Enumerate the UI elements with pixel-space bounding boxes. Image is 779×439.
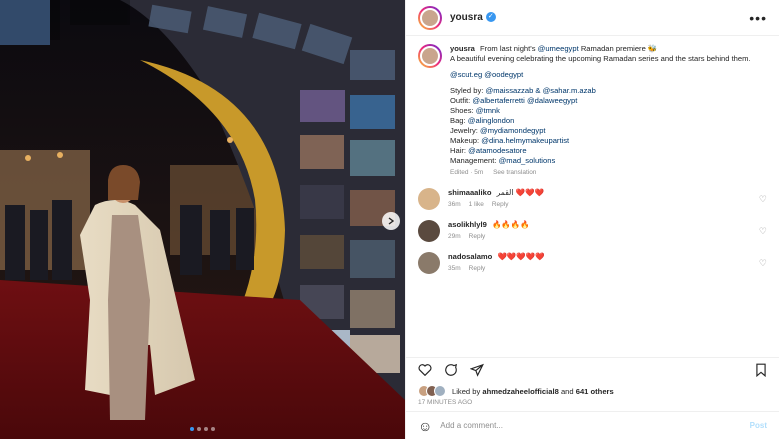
see-translation-link[interactable]: See translation bbox=[493, 169, 536, 176]
chevron-right-icon bbox=[388, 217, 395, 225]
author-avatar[interactable] bbox=[418, 5, 442, 30]
liked-by-user[interactable]: ahmedzaheelofficial8 bbox=[482, 387, 558, 396]
like-icon[interactable] bbox=[418, 363, 432, 378]
credit-row: Management: @mad_solutions bbox=[450, 156, 556, 165]
comment-avatar[interactable] bbox=[418, 220, 440, 242]
comment-item: shimaaaliko القمر ❤️❤️❤️ 36m 1 like Reply … bbox=[418, 188, 767, 210]
post-header: yousra ✓ ••• bbox=[406, 0, 779, 36]
post-button[interactable]: Post bbox=[750, 421, 767, 430]
comment-like-icon[interactable]: ♡ bbox=[759, 194, 767, 205]
post-side-panel: yousra ✓ ••• yousra From last night's @um… bbox=[405, 0, 779, 439]
credit-row: Shoes: @tmnk bbox=[450, 106, 500, 115]
caption-text: yousra From last night's @umeegypt Ramad… bbox=[450, 44, 751, 176]
liked-by-others[interactable]: 641 others bbox=[576, 387, 614, 396]
share-icon[interactable] bbox=[469, 363, 484, 379]
comment-icon[interactable] bbox=[444, 363, 458, 379]
author-username[interactable]: yousra ✓ bbox=[450, 12, 496, 23]
reply-button[interactable]: Reply bbox=[492, 201, 509, 208]
red-carpet-image bbox=[0, 0, 405, 439]
credit-row: Hair: @atamodesatore bbox=[450, 146, 527, 155]
comment-like-icon[interactable]: ♡ bbox=[759, 226, 767, 237]
liker-avatars bbox=[418, 385, 446, 397]
next-photo-button[interactable] bbox=[382, 212, 400, 230]
carousel-dots bbox=[0, 427, 405, 431]
reply-button[interactable]: Reply bbox=[469, 265, 486, 272]
verified-badge-icon: ✓ bbox=[485, 12, 496, 23]
add-comment-input[interactable] bbox=[440, 421, 742, 430]
comment-item: asolikhlyl9 🔥🔥🔥🔥 29m Reply ♡ bbox=[418, 220, 767, 242]
carousel-dot bbox=[204, 427, 208, 431]
post-time: 17 minutes ago bbox=[418, 399, 473, 406]
carousel-dot bbox=[190, 427, 194, 431]
credit-row: Makeup: @dina.helmymakeupartist bbox=[450, 136, 570, 145]
caption-meta: Edited · 5m See translation bbox=[450, 169, 537, 176]
likes-summary: Liked by ahmedzaheelofficial8 and 641 ot… bbox=[406, 383, 779, 399]
carousel-dot bbox=[211, 427, 215, 431]
emoji-icon[interactable]: ☺ bbox=[418, 419, 432, 433]
comment-avatar[interactable] bbox=[418, 252, 440, 274]
credit-row: Jewelry: @mydiamondegypt bbox=[450, 126, 546, 135]
caption-author-avatar[interactable] bbox=[418, 44, 442, 68]
credit-row: Outfit: @albertaferretti @dalaweegypt bbox=[450, 96, 578, 105]
comments-section: yousra From last night's @umeegypt Ramad… bbox=[406, 36, 779, 357]
comment-item: nadosalamo ❤️❤️❤️❤️❤️ 35m Reply ♡ bbox=[418, 252, 767, 274]
credits-list: Styled by: @maissazzab & @sahar.m.azab O… bbox=[450, 86, 751, 166]
comment-avatar[interactable] bbox=[418, 188, 440, 210]
credit-row: Styled by: @maissazzab & @sahar.m.azab bbox=[450, 86, 596, 95]
add-comment-bar: ☺ Post bbox=[406, 411, 779, 439]
bookmark-icon[interactable] bbox=[755, 363, 767, 379]
instagram-post-modal: yousra ✓ ••• yousra From last night's @um… bbox=[0, 0, 779, 439]
more-options-icon[interactable]: ••• bbox=[749, 10, 767, 26]
caption-tags[interactable]: @scut.eg @oodegypt bbox=[450, 70, 751, 80]
comment-like-icon[interactable]: ♡ bbox=[759, 258, 767, 269]
reply-button[interactable]: Reply bbox=[469, 233, 486, 240]
caption: yousra From last night's @umeegypt Ramad… bbox=[418, 44, 767, 178]
caption-mention[interactable]: @umeegypt bbox=[538, 44, 579, 53]
carousel-dot bbox=[197, 427, 201, 431]
credit-row: Bag: @alinglondon bbox=[450, 116, 515, 125]
post-photo[interactable] bbox=[0, 0, 405, 439]
action-bar bbox=[406, 357, 779, 383]
caption-username[interactable]: yousra bbox=[450, 44, 475, 53]
